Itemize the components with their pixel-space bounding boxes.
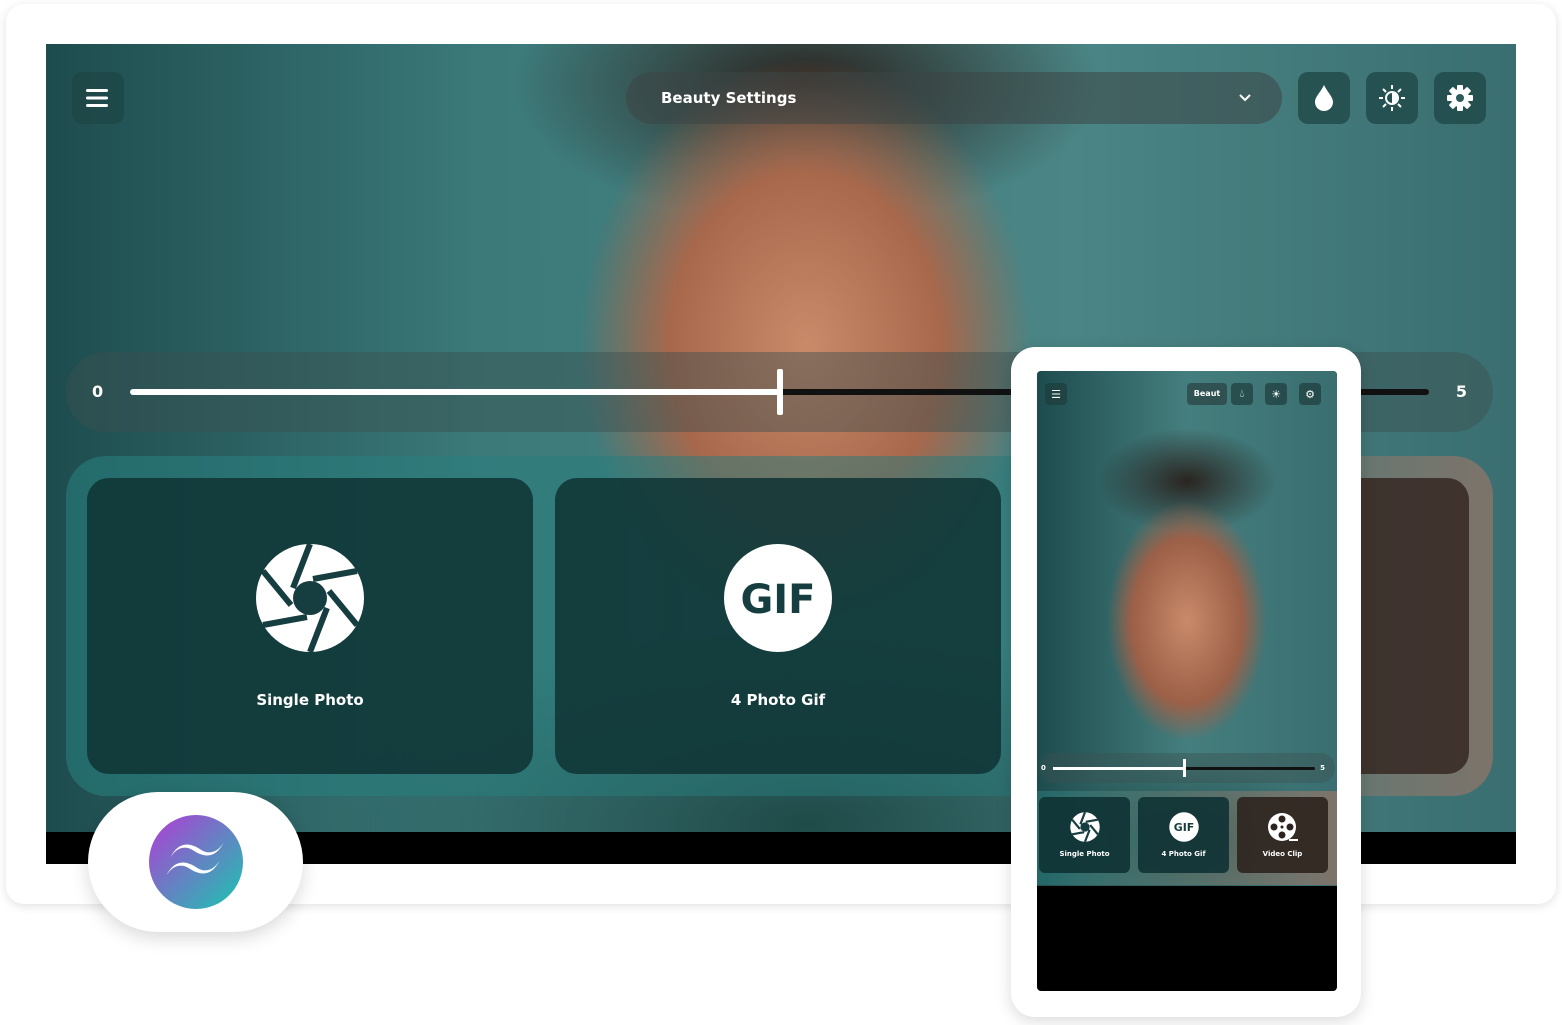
- mobile-mode-video-clip[interactable]: Video Clip: [1237, 797, 1328, 873]
- slider-min-label: 0: [92, 382, 104, 401]
- settings-gear-icon: [1447, 85, 1473, 111]
- color-button[interactable]: [1298, 72, 1350, 124]
- mobile-menu-button[interactable]: ☰: [1045, 383, 1067, 405]
- hamburger-menu-icon: ☰: [1051, 387, 1061, 401]
- camera-aperture-icon: [1069, 812, 1100, 842]
- slider-thumb[interactable]: [1183, 759, 1186, 777]
- mobile-settings-button[interactable]: ⚙︎: [1299, 383, 1321, 405]
- color-drop-icon: 💧︎: [1239, 387, 1245, 400]
- hamburger-menu-icon: [86, 89, 108, 107]
- mobile-mode-4-photo-gif[interactable]: GIF 4 Photo Gif: [1138, 797, 1229, 873]
- camera-aperture-icon: [256, 543, 364, 653]
- film-reel-icon: [1267, 813, 1298, 841]
- svg-text:GIF: GIF: [1173, 821, 1193, 834]
- slider-max-label: 5: [1320, 764, 1325, 772]
- beauty-settings-select[interactable]: Beauty Settings: [626, 72, 1282, 124]
- settings-button[interactable]: [1434, 72, 1486, 124]
- tailwind-badge: [88, 792, 303, 932]
- menu-button[interactable]: [72, 72, 124, 124]
- gif-icon: GIF: [724, 544, 832, 652]
- slider-fill: [1053, 767, 1184, 770]
- mode-4-photo-gif[interactable]: GIF 4 Photo Gif: [555, 478, 1001, 774]
- svg-text:GIF: GIF: [740, 577, 815, 623]
- mobile-color-button[interactable]: 💧︎: [1231, 383, 1253, 405]
- mode-label: Single Photo: [256, 691, 364, 709]
- slider-fill: [130, 389, 780, 395]
- mobile-slider[interactable]: 0 5: [1039, 753, 1335, 783]
- mode-single-photo[interactable]: Single Photo: [87, 478, 533, 774]
- chevron-down-icon: [1239, 94, 1251, 102]
- mobile-preview: ☰ Beaut 💧︎ ☀︎ ⚙︎ 0 5 Single Photo GIF 4 …: [1011, 347, 1361, 1017]
- brightness-icon: ☀︎: [1271, 387, 1281, 401]
- tailwind-logo-icon: [148, 815, 243, 909]
- mode-label: Video Clip: [1262, 850, 1303, 858]
- mobile-brightness-button[interactable]: ☀︎: [1265, 383, 1287, 405]
- mode-label: 4 Photo Gif: [730, 691, 826, 709]
- mode-label: Single Photo: [1059, 850, 1110, 858]
- slider-min-label: 0: [1041, 764, 1046, 772]
- brightness-button[interactable]: [1366, 72, 1418, 124]
- mobile-select[interactable]: Beaut: [1187, 383, 1227, 405]
- mobile-mode-single-photo[interactable]: Single Photo: [1039, 797, 1130, 873]
- select-value: Beauty Settings: [661, 89, 797, 107]
- slider-track[interactable]: [1053, 759, 1315, 777]
- settings-gear-icon: ⚙︎: [1305, 387, 1315, 401]
- mode-label: 4 Photo Gif: [1161, 850, 1206, 858]
- gif-icon: GIF: [1168, 812, 1199, 842]
- slider-max-label: 5: [1455, 382, 1467, 401]
- mobile-app-screen: ☰ Beaut 💧︎ ☀︎ ⚙︎ 0 5 Single Photo GIF 4 …: [1037, 371, 1337, 991]
- slider-thumb[interactable]: [776, 369, 783, 415]
- color-drop-icon: [1315, 85, 1333, 111]
- brightness-icon: [1379, 85, 1405, 111]
